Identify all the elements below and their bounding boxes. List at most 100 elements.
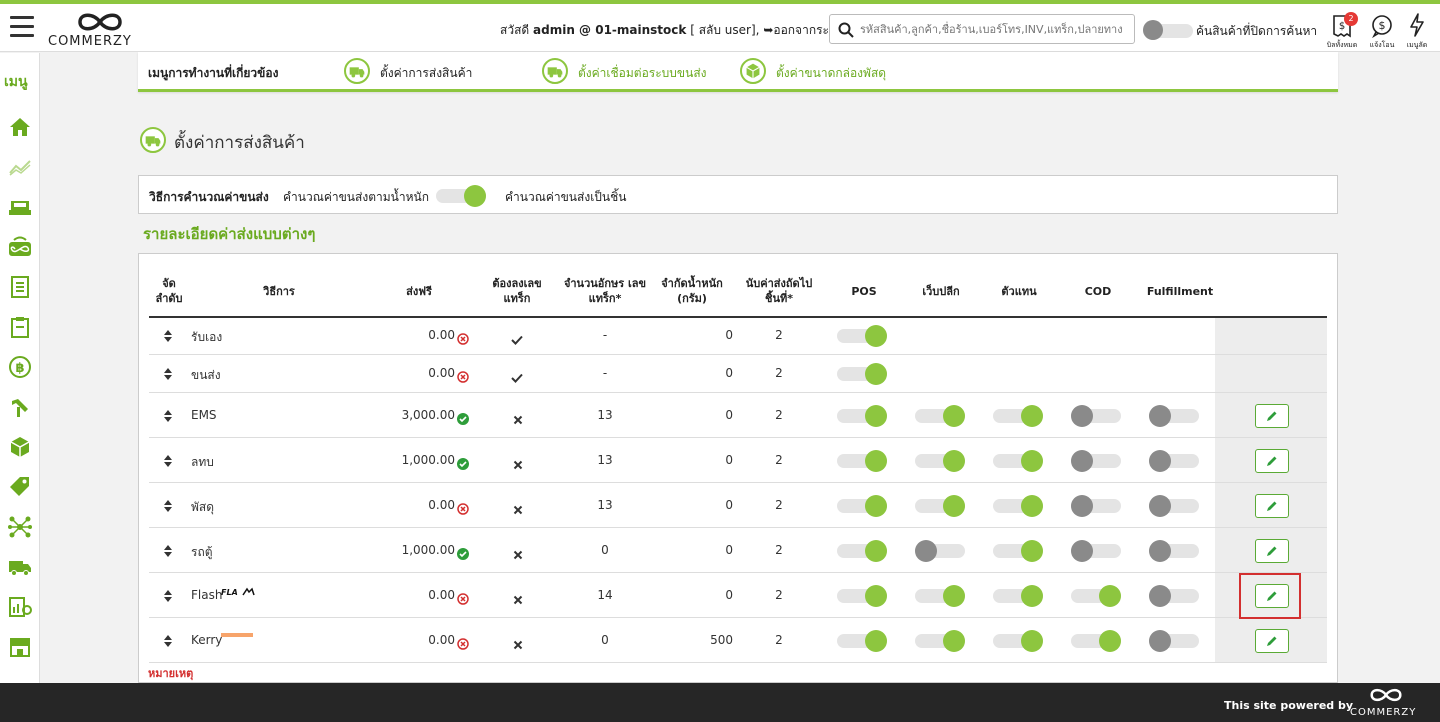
web-toggle[interactable]: [915, 494, 967, 517]
cross-icon: [513, 460, 523, 469]
agent-toggle[interactable]: [993, 539, 1045, 562]
store-icon[interactable]: [8, 635, 32, 659]
cod-toggle[interactable]: [1071, 584, 1123, 607]
infinity-logo-icon: [1370, 688, 1402, 702]
web-toggle[interactable]: [915, 584, 967, 607]
drag-sort-icon[interactable]: [164, 368, 172, 380]
check-circle-icon: [457, 457, 469, 470]
cross-icon: [513, 640, 523, 649]
baht-icon[interactable]: ฿: [8, 355, 32, 379]
search-input[interactable]: [860, 19, 1130, 39]
web-toggle[interactable]: [915, 404, 967, 427]
home-icon[interactable]: [8, 115, 32, 139]
truck-icon[interactable]: [8, 555, 32, 579]
truck-icon: [344, 58, 370, 84]
commerzy-logo[interactable]: COMMERZY: [48, 8, 148, 50]
cod-toggle[interactable]: [1071, 629, 1123, 652]
method-name: Flash: [191, 587, 223, 602]
tag-icon[interactable]: [8, 475, 32, 499]
tools-icon[interactable]: [8, 395, 32, 419]
chart-icon[interactable]: [8, 155, 32, 179]
drag-sort-icon[interactable]: [164, 634, 172, 647]
shortcut-menu-button[interactable]: เมนูลัด: [1397, 10, 1437, 50]
top-header: COMMERZY สวัสดี admin @ 01-mainstock [ ส…: [0, 4, 1440, 52]
pencil-icon: [1267, 456, 1277, 466]
hidden-products-search-toggle[interactable]: [1143, 20, 1195, 40]
ful-toggle[interactable]: [1149, 584, 1201, 607]
agent-toggle[interactable]: [993, 404, 1045, 427]
pos-toggle[interactable]: [837, 449, 889, 472]
table-row: พัสดุ 0.00 13 0 2: [149, 483, 1327, 528]
pos-toggle[interactable]: [837, 325, 889, 347]
cod-toggle[interactable]: [1071, 494, 1123, 517]
col-track-required: ต้องลงเลข แทร็ก: [492, 277, 542, 305]
lightning-icon: [1410, 13, 1424, 37]
pos-toggle[interactable]: [837, 629, 889, 652]
cashier-icon[interactable]: [8, 195, 32, 219]
method-name: รับเอง: [191, 330, 223, 344]
free-shipping-amount: 0.00: [428, 632, 455, 647]
drag-sort-icon[interactable]: [164, 544, 172, 557]
pos-toggle[interactable]: [837, 494, 889, 517]
drag-sort-icon[interactable]: [164, 330, 172, 342]
col-agent: ตัวแทน: [1001, 285, 1037, 298]
quick-menu-label: ตั้งค่าการส่งสินค้า: [380, 66, 473, 80]
switch-user-link[interactable]: [ สลับ user],: [690, 23, 759, 37]
ful-toggle[interactable]: [1149, 404, 1201, 427]
quick-menu-label: ตั้งค่าเชื่อมต่อระบบขนส่ง: [578, 66, 707, 80]
hamburger-menu-icon[interactable]: [10, 16, 34, 38]
pos-toggle[interactable]: [837, 404, 889, 427]
all-bills-button[interactable]: $ 2 บิลทั้งหมด: [1322, 10, 1362, 50]
edit-button[interactable]: [1255, 493, 1289, 518]
agent-toggle[interactable]: [993, 494, 1045, 517]
drag-sort-icon[interactable]: [164, 409, 172, 422]
calc-method-toggle[interactable]: [436, 185, 488, 207]
edit-button[interactable]: [1255, 538, 1289, 563]
edit-button[interactable]: [1255, 403, 1289, 428]
track-chars-value: -: [602, 366, 608, 380]
pos-toggle[interactable]: [837, 363, 889, 385]
count-from-value: 2: [775, 587, 783, 602]
agent-toggle[interactable]: [993, 584, 1045, 607]
method-name: ลทบ: [191, 454, 214, 469]
method-name: พัสดุ: [191, 499, 215, 514]
count-from-value: 2: [775, 328, 783, 342]
count-from-value: 2: [775, 632, 783, 647]
online-icon[interactable]: [8, 235, 32, 259]
report-icon[interactable]: [8, 595, 32, 619]
box-icon[interactable]: [8, 435, 32, 459]
drag-sort-icon[interactable]: [164, 499, 172, 512]
ful-toggle[interactable]: [1149, 494, 1201, 517]
agent-toggle[interactable]: [993, 629, 1045, 652]
global-search: [829, 14, 1135, 44]
ful-toggle[interactable]: [1149, 539, 1201, 562]
table-row: ขนส่ง 0.00 - 0 2: [149, 355, 1327, 393]
pos-toggle[interactable]: [837, 584, 889, 607]
edit-button[interactable]: [1255, 448, 1289, 473]
pos-toggle[interactable]: [837, 539, 889, 562]
cod-toggle[interactable]: [1071, 539, 1123, 562]
drag-sort-icon[interactable]: [164, 454, 172, 467]
pencil-icon: [1267, 501, 1277, 511]
web-toggle[interactable]: [915, 539, 967, 562]
network-icon[interactable]: [8, 515, 32, 539]
free-shipping-amount: 1,000.00: [401, 542, 455, 557]
count-from-value: 2: [775, 366, 783, 380]
ful-toggle[interactable]: [1149, 629, 1201, 652]
cod-toggle[interactable]: [1071, 404, 1123, 427]
all-bills-label: บิลทั้งหมด: [1326, 41, 1358, 49]
agent-toggle[interactable]: [993, 449, 1045, 472]
document-icon[interactable]: [8, 275, 32, 299]
check-circle-icon: [457, 547, 469, 560]
col-order: จัด ลำดับ: [155, 277, 183, 305]
col-track-chars: จำนวนอักษร เลขแทร็ก*: [563, 277, 647, 305]
clipboard-icon[interactable]: [8, 315, 32, 339]
payment-icon: $: [1372, 15, 1392, 38]
cod-toggle[interactable]: [1071, 449, 1123, 472]
payment-notify-button[interactable]: $ แจ้งโอน: [1362, 10, 1402, 50]
drag-sort-icon[interactable]: [164, 589, 172, 602]
ful-toggle[interactable]: [1149, 449, 1201, 472]
edit-button[interactable]: [1255, 628, 1289, 653]
web-toggle[interactable]: [915, 629, 967, 652]
web-toggle[interactable]: [915, 449, 967, 472]
